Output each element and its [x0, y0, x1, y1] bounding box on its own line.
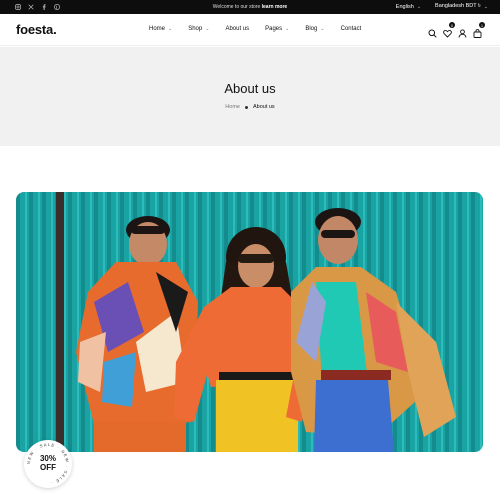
cart-count-badge: 1 [479, 22, 485, 28]
breadcrumb-separator-icon [244, 105, 248, 109]
heart-icon [443, 30, 452, 38]
nav-label: Shop [188, 26, 203, 32]
header-actions: 0 1 [428, 22, 485, 38]
breadcrumb-home-link[interactable]: Home [225, 104, 240, 110]
page-title-banner: About us Home About us [0, 47, 500, 146]
currency-selector[interactable]: Bangladesh BDT ৳ ⌄ [435, 3, 488, 11]
site-header: foesta. Home ⌄ Shop ⌄ About us Pages ⌄ B… [0, 14, 500, 46]
nav-label: Pages [265, 26, 283, 32]
cart-button[interactable]: 1 [473, 22, 485, 38]
breadcrumb: Home About us [0, 104, 500, 110]
nav-item-about-us[interactable]: About us [225, 26, 249, 32]
breadcrumb-current: About us [252, 104, 275, 110]
locale-selectors: English ⌄ Bangladesh BDT ৳ ⌄ [396, 0, 488, 14]
about-hero-image [16, 192, 483, 452]
wishlist-count-badge: 0 [449, 22, 455, 28]
nav-item-pages[interactable]: Pages ⌄ [265, 26, 289, 32]
chevron-down-icon: ⌄ [205, 26, 210, 32]
page-title: About us [224, 81, 276, 96]
nav-item-shop[interactable]: Shop ⌄ [188, 26, 209, 32]
discount-value: 30% OFF [24, 454, 72, 472]
discount-percent: 30% [39, 454, 56, 463]
fashion-photo [16, 192, 483, 452]
user-icon[interactable] [458, 25, 467, 38]
chevron-down-icon: ⌄ [416, 4, 422, 10]
learn-more-link[interactable]: learn more [262, 4, 288, 10]
language-selector[interactable]: English ⌄ [396, 4, 421, 10]
discount-off: OFF [40, 463, 56, 472]
main-navigation: Home ⌄ Shop ⌄ About us Pages ⌄ Blog ⌄ Co… [149, 26, 377, 32]
wishlist-button[interactable]: 0 [443, 22, 455, 38]
top-announcement-bar: Welcome to our store learn more English … [0, 0, 500, 14]
nav-label: Contact [340, 26, 362, 32]
currency-value: Bangladesh BDT ৳ [435, 3, 481, 9]
language-value: English [395, 4, 414, 10]
discount-badge[interactable]: NEW · SALE · NEW · SALE · 30% OFF [24, 440, 72, 488]
nav-label: About us [225, 26, 250, 32]
nav-label: Home [149, 26, 166, 32]
nav-label: Blog [305, 26, 318, 32]
brand-logo[interactable]: foesta. [16, 22, 57, 37]
chevron-down-icon: ⌄ [168, 26, 173, 32]
search-icon[interactable] [428, 25, 437, 38]
bag-icon [473, 29, 482, 38]
chevron-down-icon: ⌄ [483, 4, 488, 10]
nav-item-home[interactable]: Home ⌄ [149, 26, 172, 32]
welcome-text: Welcome to our store [212, 4, 261, 10]
chevron-down-icon: ⌄ [285, 26, 290, 32]
nav-item-blog[interactable]: Blog ⌄ [305, 26, 324, 32]
nav-item-contact[interactable]: Contact [341, 26, 362, 32]
chevron-down-icon: ⌄ [320, 26, 325, 32]
